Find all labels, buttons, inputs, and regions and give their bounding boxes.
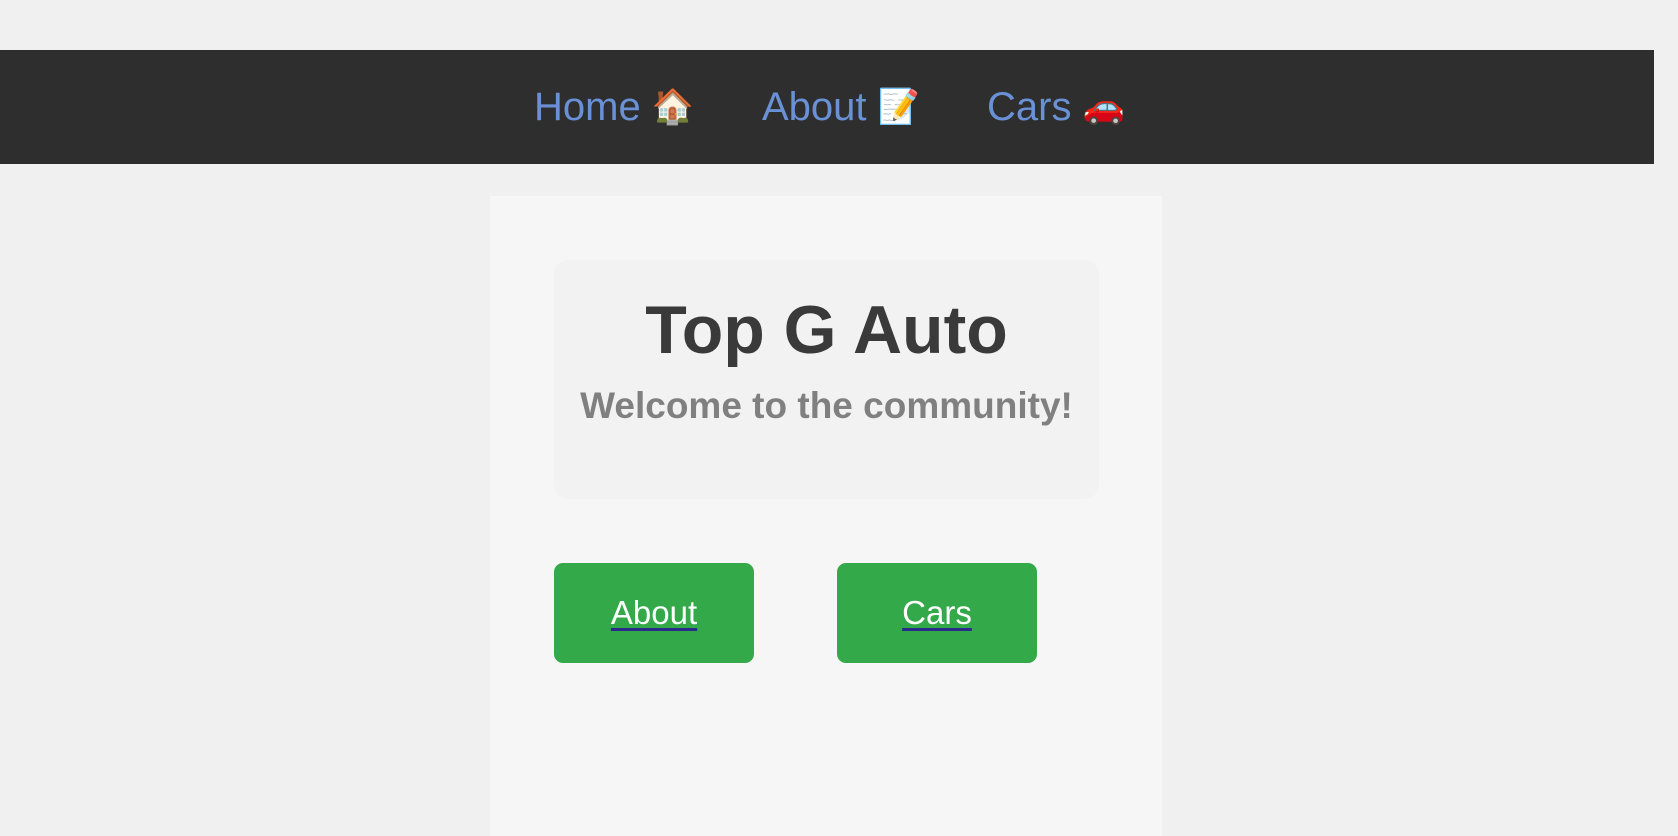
about-button-link[interactable]: About: [611, 594, 697, 632]
nav-link-home-label: Home: [534, 85, 641, 129]
cars-button-link[interactable]: Cars: [902, 594, 972, 632]
main-content-panel: Top G Auto Welcome to the community! Abo…: [490, 196, 1162, 836]
cars-button[interactable]: Cars: [837, 563, 1037, 663]
nav-link-about-label: About: [762, 85, 867, 129]
nav-link-home[interactable]: Home 🏠: [534, 84, 694, 130]
about-button[interactable]: About: [554, 563, 754, 663]
house-icon: 🏠: [651, 88, 695, 126]
page-title: Top G Auto: [645, 292, 1008, 368]
page-subtitle: Welcome to the community!: [580, 385, 1073, 426]
car-icon: 🚗: [1082, 88, 1125, 126]
nav-link-cars-label: Cars: [987, 85, 1072, 129]
nav-link-cars[interactable]: Cars 🚗: [987, 84, 1125, 130]
hero-card: Top G Auto Welcome to the community!: [554, 260, 1099, 499]
memo-icon: 📝: [877, 88, 920, 126]
top-navbar: Home 🏠 About 📝 Cars 🚗: [0, 50, 1654, 164]
nav-link-about[interactable]: About 📝: [762, 84, 920, 130]
